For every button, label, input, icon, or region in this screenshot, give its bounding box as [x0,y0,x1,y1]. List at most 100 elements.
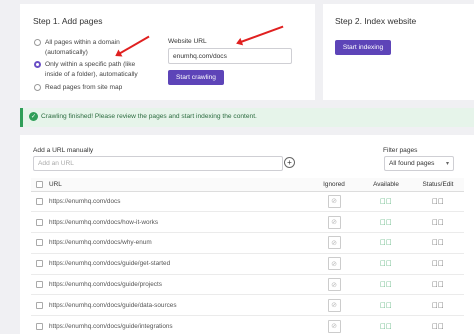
filter-select[interactable]: All found pages ▾ [384,156,454,171]
row-select-cell [31,315,49,334]
add-url-icon[interactable]: + [284,157,295,168]
check-circle-icon: ✓⃝ [380,259,392,269]
table-row: https://enumhq.com/docs ⊘ ✓⃝ ✓⃝ [31,191,464,213]
status-check-icon[interactable]: ✓⃝ [432,218,444,227]
row-status-cell: ✓⃝ [412,274,464,296]
row-status-cell: ✓⃝ [412,191,464,213]
website-url-value: enumhq.com/docs [173,52,227,60]
row-checkbox[interactable] [36,301,43,309]
alert-text: Crawling finished! Please review the pag… [41,113,257,120]
option-sitemap[interactable]: Read pages from site map [34,83,122,93]
row-select-cell [31,274,49,296]
row-url[interactable]: https://enumhq.com/docs/why-enum [49,232,308,254]
row-available-cell: ✓⃝ [360,211,412,234]
table-row: https://enumhq.com/docs/guide/get-starte… [31,253,464,275]
status-check-icon[interactable]: ✓⃝ [432,259,444,268]
row-select-cell [31,253,49,275]
filter-value: All found pages [389,160,435,167]
status-check-icon[interactable]: ✓⃝ [432,280,444,289]
website-url-input[interactable]: enumhq.com/docs [168,48,292,64]
row-url[interactable]: https://enumhq.com/docs/how-it-works [49,211,308,234]
row-checkbox[interactable] [36,197,43,205]
row-status-cell: ✓⃝ [412,253,464,275]
success-alert: ✓ Crawling finished! Please review the p… [20,108,474,127]
select-all-checkbox[interactable] [36,180,43,188]
option-all-pages-label: All pages within a domain (automatically… [45,38,120,57]
row-status-cell: ✓⃝ [412,211,464,234]
start-crawling-button[interactable]: Start crawling [168,70,224,85]
option-specific-path-line1: Only within a specific path (like [45,61,136,68]
row-checkbox[interactable] [36,322,43,330]
row-ignored-cell: ⊘ [308,191,360,213]
status-check-icon[interactable]: ✓⃝ [432,197,444,206]
annotation-arrow-left [116,35,150,56]
chevron-down-icon: ▾ [445,161,449,167]
row-ignored-cell: ⊘ [308,315,360,334]
step2-title: Step 2. Index website [335,16,417,26]
table-row: https://enumhq.com/docs/guide/projects ⊘ ✓… [31,274,464,296]
row-select-cell [31,232,49,254]
table-header: URL Ignored Available Status/Edit [31,178,464,192]
row-ignored-cell: ⊘ [308,232,360,254]
ignore-toggle-icon[interactable]: ⊘ [327,319,341,333]
ignore-toggle-icon[interactable]: ⊘ [327,257,341,271]
row-available-cell: ✓⃝ [360,274,412,296]
check-circle-icon: ✓⃝ [380,321,392,331]
ignore-toggle-icon[interactable]: ⊘ [327,298,341,312]
col-available: Available [360,178,412,192]
option-specific-path-label: Only within a specific path (like inside… [45,60,138,79]
radio-sitemap[interactable] [34,84,41,91]
row-select-cell [31,294,49,317]
table-row: https://enumhq.com/docs/guide/data-sourc… [31,294,464,317]
row-checkbox[interactable] [36,218,43,226]
ignore-toggle-icon[interactable]: ⊘ [327,215,341,229]
step2-card: Step 2. Index website Start indexing [323,4,474,100]
table-row: https://enumhq.com/docs/guide/integratio… [31,315,464,334]
status-check-icon[interactable]: ✓⃝ [432,322,444,331]
row-checkbox[interactable] [36,280,43,288]
option-specific-path[interactable]: Only within a specific path (like inside… [34,60,138,79]
check-circle-icon: ✓⃝ [380,196,392,206]
check-circle-icon: ✓⃝ [380,280,392,290]
row-ignored-cell: ⊘ [308,274,360,296]
option-all-pages[interactable]: All pages within a domain (automatically… [34,38,120,57]
row-available-cell: ✓⃝ [360,294,412,317]
row-url[interactable]: https://enumhq.com/docs/guide/projects [49,274,308,296]
option-specific-path-line2: inside of a folder), automatically [45,70,138,78]
row-url[interactable]: https://enumhq.com/docs/guide/get-starte… [49,253,308,275]
row-status-cell: ✓⃝ [412,232,464,254]
row-select-cell [31,191,49,213]
row-select-cell [31,211,49,234]
add-url-input[interactable]: Add an URL [33,156,283,171]
check-circle-icon: ✓ [29,112,38,121]
add-url-placeholder: Add an URL [38,160,74,167]
row-checkbox[interactable] [36,239,43,247]
radio-specific-path[interactable] [34,61,41,68]
col-ignored: Ignored [308,178,360,192]
row-checkbox[interactable] [36,260,43,268]
check-circle-icon: ✓⃝ [380,238,392,248]
status-check-icon[interactable]: ✓⃝ [432,238,444,247]
row-url[interactable]: https://enumhq.com/docs/guide/integratio… [49,315,308,334]
status-check-icon[interactable]: ✓⃝ [432,301,444,310]
radio-all-pages[interactable] [34,39,41,46]
row-url[interactable]: https://enumhq.com/docs/guide/data-sourc… [49,294,308,317]
add-url-label: Add a URL manually [33,147,94,154]
option-all-pages-line2: (automatically) [45,48,88,56]
row-available-cell: ✓⃝ [360,315,412,334]
website-url-label: Website URL [168,38,207,45]
col-status: Status/Edit [412,178,464,192]
table-row: https://enumhq.com/docs/how-it-works ⊘ ✓⃝ ✓… [31,211,464,234]
step1-card: Step 1. Add pages All pages within a dom… [20,4,315,100]
ignore-toggle-icon[interactable]: ⊘ [327,236,341,250]
row-ignored-cell: ⊘ [308,294,360,317]
check-circle-icon: ✓⃝ [380,217,392,227]
start-indexing-button[interactable]: Start indexing [335,40,391,55]
ignore-toggle-icon[interactable]: ⊘ [327,278,341,292]
option-sitemap-label: Read pages from site map [45,84,123,91]
filter-label: Filter pages [383,147,418,154]
ignore-toggle-icon[interactable]: ⊘ [327,194,341,208]
row-url[interactable]: https://enumhq.com/docs [49,191,308,213]
pages-panel: Add a URL manually Add an URL + Filter p… [20,135,474,334]
step1-title: Step 1. Add pages [33,16,103,26]
